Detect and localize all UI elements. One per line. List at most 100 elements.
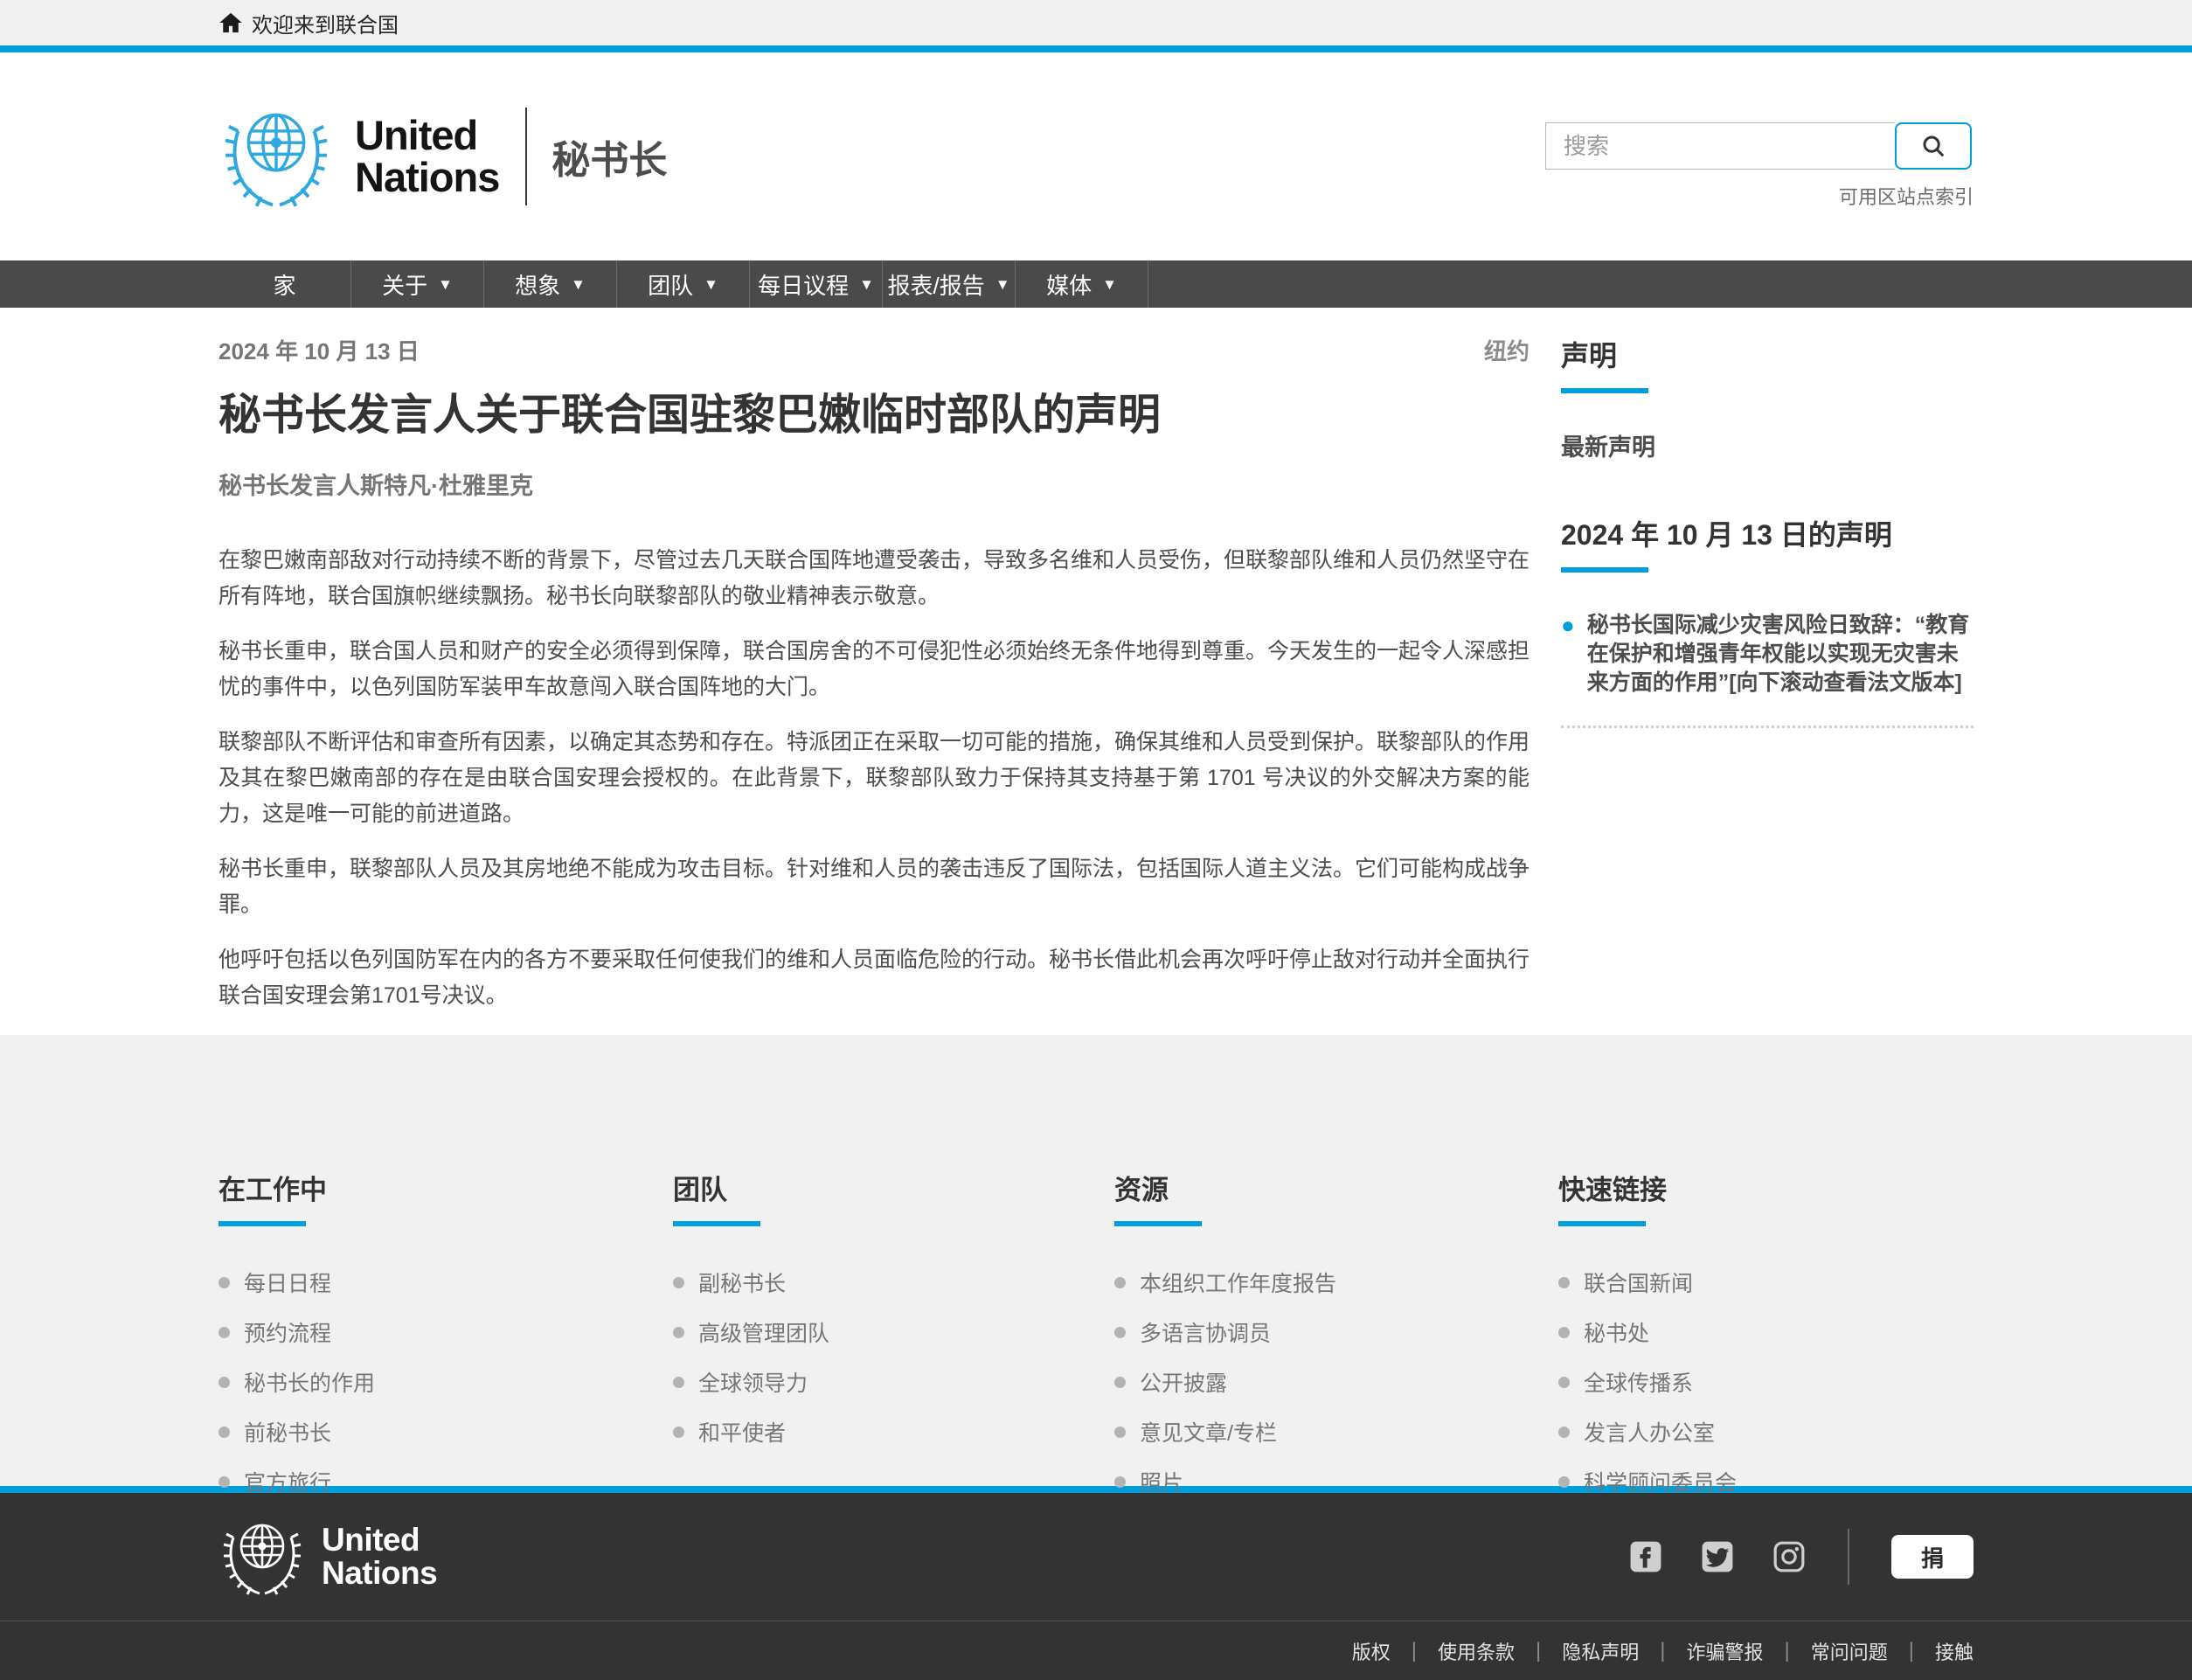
footer-link[interactable]: 和平使者 <box>698 1416 786 1447</box>
nav-item-label: 想象 <box>515 268 560 301</box>
bullet-icon <box>1114 1377 1126 1388</box>
latest-statements-link[interactable]: 最新声明 <box>1561 428 1973 462</box>
footer-link[interactable]: 公开披露 <box>1140 1366 1227 1398</box>
footer-bottom-link[interactable]: 诈骗警报 <box>1686 1637 1763 1665</box>
nav-item[interactable]: 关于 ▼ <box>351 260 484 308</box>
bullet-icon <box>1558 1427 1570 1438</box>
site-footer: United Nations <box>0 1493 2192 1680</box>
bullet-icon <box>219 1277 230 1288</box>
bullet-icon: ● <box>1561 611 1575 698</box>
footer-link[interactable]: 发言人办公室 <box>1584 1416 1715 1447</box>
footer-link-item: 高级管理团队 <box>673 1316 1114 1348</box>
instagram-icon[interactable] <box>1772 1540 1806 1573</box>
footer-link[interactable]: 前秘书长 <box>244 1416 331 1447</box>
footer-link[interactable]: 多语言协调员 <box>1140 1316 1271 1348</box>
nav-item[interactable]: 想象 ▼ <box>484 260 617 308</box>
welcome-link[interactable]: 欢迎来到联合国 <box>252 8 399 38</box>
bullet-icon <box>673 1427 684 1438</box>
footer-link-item: 前秘书长 <box>219 1416 673 1447</box>
article-paragraph: 秘书长重申，联合国人员和财产的安全必须得到保障，联合国房舍的不可侵犯性必须始终无… <box>219 634 1530 705</box>
heading-underline <box>673 1221 760 1226</box>
footer-link-item: 本组织工作年度报告 <box>1114 1267 1558 1298</box>
nav-item-label: 媒体 <box>1046 268 1092 301</box>
article-paragraph: 联黎部队不断评估和审查所有因素，以确定其态势和存在。特派团正在采取一切可能的措施… <box>219 725 1530 832</box>
bullet-icon <box>1114 1427 1126 1438</box>
footer-column-heading: 在工作中 <box>219 1168 673 1207</box>
footer-link[interactable]: 全球领导力 <box>698 1366 808 1398</box>
footer-column-quick-links: 快速链接 联合国新闻秘书处全球传播系发言人办公室科学顾问委员会 <box>1558 1168 1973 1516</box>
bullet-icon <box>219 1427 230 1438</box>
footer-bottom-link[interactable]: 接触 <box>1935 1637 1973 1665</box>
home-icon <box>219 10 243 35</box>
footer-link[interactable]: 预约流程 <box>244 1316 331 1348</box>
footer-bottom-link[interactable]: 使用条款 <box>1438 1637 1515 1665</box>
footer-link-item: 副秘书长 <box>673 1267 1114 1298</box>
footer-link-item: 每日日程 <box>219 1267 673 1298</box>
search-icon <box>1920 133 1946 159</box>
heading-underline <box>1561 388 1648 393</box>
bullet-icon <box>1114 1476 1126 1488</box>
nav-item[interactable]: 团队 ▼ <box>617 260 750 308</box>
link-separator: | <box>1785 1639 1790 1663</box>
footer-column-at-work: 在工作中 每日日程预约流程秘书长的作用前秘书长官方旅行 <box>219 1168 673 1516</box>
chevron-down-icon: ▼ <box>438 277 453 292</box>
nav-item[interactable]: 每日议程 ▼ <box>750 260 883 308</box>
article-paragraph: 秘书长重申，联黎部队人员及其房地绝不能成为攻击目标。针对维和人员的袭击违反了国际… <box>219 851 1530 923</box>
footer-link[interactable]: 联合国新闻 <box>1584 1267 1693 1298</box>
sidebar-statement-item: ● 秘书长国际减少灾害风险日致辞：“教育在保护和增强青年权能以实现无灾害未来方面… <box>1561 611 1973 698</box>
footer-link-item: 预约流程 <box>219 1316 673 1348</box>
header-divider <box>525 108 527 205</box>
footer-link[interactable]: 秘书处 <box>1584 1316 1649 1348</box>
twitter-icon[interactable] <box>1701 1540 1734 1573</box>
heading-underline <box>1558 1221 1646 1226</box>
chevron-down-icon: ▼ <box>704 277 718 292</box>
un-emblem-icon <box>219 1513 306 1600</box>
sidebar-statement-link[interactable]: 秘书长国际减少灾害风险日致辞：“教育在保护和增强青年权能以实现无灾害未来方面的作… <box>1587 611 1973 698</box>
un-emblem-icon <box>219 99 334 214</box>
footer-link[interactable]: 高级管理团队 <box>698 1316 829 1348</box>
footer-un-logo-link[interactable]: United Nations <box>219 1513 437 1600</box>
nav-item[interactable]: 媒体 ▼ <box>1016 260 1148 308</box>
facebook-icon[interactable] <box>1629 1540 1662 1573</box>
sidebar-heading: 声明 <box>1561 334 1973 374</box>
search-button[interactable] <box>1895 122 1972 170</box>
site-title-link[interactable]: 秘书长 <box>551 128 667 184</box>
nav-item-label: 家 <box>273 268 295 301</box>
footer-link-item: 全球领导力 <box>673 1366 1114 1398</box>
un-logo-link[interactable]: United Nations <box>219 99 499 214</box>
footer-column-heading: 团队 <box>673 1168 1114 1207</box>
footer-link[interactable]: 全球传播系 <box>1584 1366 1693 1398</box>
footer-link[interactable]: 秘书长的作用 <box>244 1366 375 1398</box>
footer-link-item: 秘书处 <box>1558 1316 1973 1348</box>
donate-button[interactable]: 捐 <box>1891 1535 1973 1579</box>
footer-link-item: 秘书长的作用 <box>219 1366 673 1398</box>
footer-link[interactable]: 意见文章/专栏 <box>1140 1416 1277 1447</box>
link-separator: | <box>1660 1639 1665 1663</box>
bullet-icon <box>1114 1277 1126 1288</box>
footer-column-heading: 快速链接 <box>1558 1168 1973 1207</box>
site-index-link[interactable]: 可用区站点索引 <box>1545 182 1973 210</box>
footer-link-item: 意见文章/专栏 <box>1114 1416 1558 1447</box>
top-accent-line <box>0 45 2192 52</box>
footer-link-item: 联合国新闻 <box>1558 1267 1973 1298</box>
search-input[interactable] <box>1545 122 1895 170</box>
footer-link[interactable]: 副秘书长 <box>698 1267 786 1298</box>
footer-link[interactable]: 每日日程 <box>244 1267 331 1298</box>
heading-underline <box>1114 1221 1202 1226</box>
nav-item-label: 团队 <box>648 268 693 301</box>
footer-link[interactable]: 本组织工作年度报告 <box>1140 1267 1336 1298</box>
chevron-down-icon: ▼ <box>859 277 874 292</box>
footer-bottom-link[interactable]: 隐私声明 <box>1562 1637 1639 1665</box>
bullet-icon <box>219 1377 230 1388</box>
nav-item-label: 每日议程 <box>758 268 849 301</box>
bullet-icon <box>1558 1377 1570 1388</box>
footer-column-team: 团队 副秘书长高级管理团队全球领导力和平使者 <box>673 1168 1114 1516</box>
nav-item[interactable]: 报表/报告 ▼ <box>883 260 1016 308</box>
footer-brand-wordmark: United Nations <box>322 1524 437 1590</box>
bullet-icon <box>1558 1476 1570 1488</box>
nav-item[interactable]: 家 ▼ <box>219 260 351 308</box>
main-nav: 家 ▼ 关于 ▼ 想象 ▼ 团队 ▼ 每日议程 ▼ <box>0 260 2192 308</box>
footer-bottom-link[interactable]: 版权 <box>1352 1637 1391 1665</box>
footer-bottom-link[interactable]: 常问问题 <box>1811 1637 1888 1665</box>
footer-link-item: 发言人办公室 <box>1558 1416 1973 1447</box>
